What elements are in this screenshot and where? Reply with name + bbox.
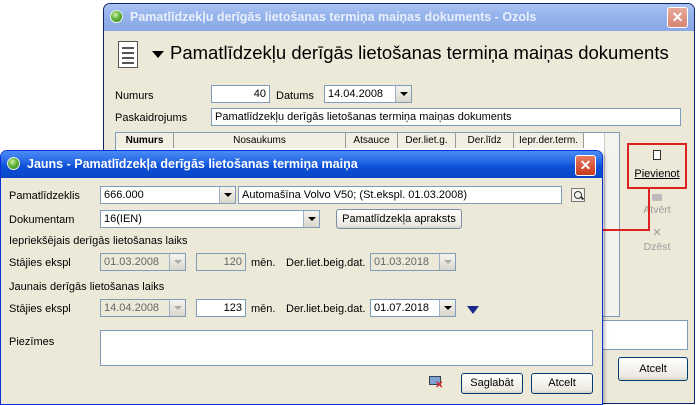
calculate-down-arrow-icon[interactable] [467,306,479,314]
datums-label: Datums [276,90,314,102]
dialog-close-button[interactable]: ✕ [575,155,596,176]
new-months-input[interactable]: 123 [196,299,246,317]
new-end-date-dropdown[interactable]: 01.07.2018 [370,299,456,317]
numurs-input[interactable]: 40 [211,85,270,103]
previous-section-label: Iepriekšējais derīgās lietošanas laiks [9,235,188,247]
header-title: Pamatlīdzekļu derīgās lietošanas termiņa… [170,42,669,63]
main-cancel-button[interactable]: Atcelt [618,357,688,381]
new-end-value: 01.07.2018 [374,302,430,314]
datums-dropdown[interactable]: 14.04.2008 [324,85,412,103]
dokumentam-dropdown-arrow-icon[interactable] [303,211,319,227]
new-start-arrow-icon [169,300,185,316]
col-der-liet-g[interactable]: Der.liet.g. [398,133,456,148]
main-titlebar[interactable]: Pamatlīdzekļu derīgās lietošanas termiņa… [104,4,694,31]
pamatlidzeklis-description: Automašīna Volvo V50; (St.ekspl. 01.03.2… [238,186,562,204]
piezimes-textarea[interactable] [100,330,593,366]
dialog-titlebar[interactable]: Jauns - Pamatlīdzekļa derīgās lietošanas… [1,151,602,178]
prev-end-date: 01.03.2018 [370,253,456,271]
new-end-arrow-icon[interactable] [439,300,455,316]
pamatlidzeklis-dropdown[interactable]: 666.000 [100,186,236,204]
col-der-lidz[interactable]: Der.līdz [456,133,514,148]
prev-men-label: mēn. [251,257,276,269]
prev-stajies-label: Stājies ekspl [9,257,71,269]
col-numurs[interactable]: Numurs [116,133,174,148]
col-nosaukums[interactable]: Nosaukums [174,133,346,148]
datums-dropdown-arrow-icon[interactable] [395,86,411,102]
col-iepr-der-term[interactable]: Iepr.der.term. [514,133,584,148]
add-button-label: Pievienot [634,168,680,180]
dokumentam-label: Dokumentam [9,214,75,226]
pamatlidzekla-apraksts-button[interactable]: Pamatlīdzekļa apraksts [336,209,462,229]
prev-der-beig-label: Der.liet.beig.dat. [286,257,366,269]
new-stajies-label: Stājies ekspl [9,303,71,315]
dokumentam-dropdown[interactable]: 16(IEN) [100,210,320,228]
prev-months: 120 [196,253,246,271]
paskaidrojums-input[interactable]: Pamatlīdzekļu derīgās lietošanas termiņa… [211,108,681,126]
piezimes-label: Piezīmes [9,336,55,348]
prev-start-date: 01.03.2008 [100,253,186,271]
new-start-value: 14.04.2008 [104,302,160,314]
pamatlidzeklis-dropdown-arrow-icon[interactable] [219,187,235,203]
prev-end-value: 01.03.2018 [374,256,430,268]
paskaidrojums-label: Paskaidrojums [115,112,188,124]
dialog-cancel-button[interactable]: Atcelt [531,373,593,394]
delete-button-label: Dzēst [643,241,671,253]
main-window-title: Pamatlīdzekļu derīgās lietošanas termiņa… [130,10,537,24]
pamatlidzeklis-label: Pamatlīdzeklis [9,190,80,202]
main-notes-area[interactable] [602,320,688,350]
ozols-logo-icon [110,10,123,23]
datums-value: 14.04.2008 [328,88,384,100]
new-section-label: Jaunais derīgās lietošanas laiks [9,281,165,293]
numurs-label: Numurs [115,90,154,102]
save-button[interactable]: Saglabāt [461,373,523,394]
main-close-button[interactable]: ✕ [667,7,688,28]
dialog-title: Jauns - Pamatlīdzekļa derīgās lietošanas… [27,157,358,171]
new-start-date: 14.04.2008 [100,299,186,317]
search-icon[interactable] [571,188,585,202]
clear-eraser-icon[interactable]: ✕ [428,375,446,391]
document-icon [118,41,138,68]
prev-end-arrow-icon [439,254,455,270]
prev-start-value: 01.03.2008 [104,256,160,268]
pamatlidzeklis-value: 666.000 [104,189,144,201]
col-atsauce[interactable]: Atsauce [346,133,398,148]
new-page-icon [653,150,661,160]
dokumentam-value: 16(IEN) [104,213,142,225]
dialog-window: Jauns - Pamatlīdzekļa derīgās lietošanas… [0,150,603,405]
new-men-label: mēn. [251,303,276,315]
header-collapse-arrow-icon[interactable] [152,51,164,58]
new-der-beig-label: Der.liet.beig.dat. [286,303,366,315]
prev-start-arrow-icon [169,254,185,270]
dialog-logo-icon [7,157,20,170]
